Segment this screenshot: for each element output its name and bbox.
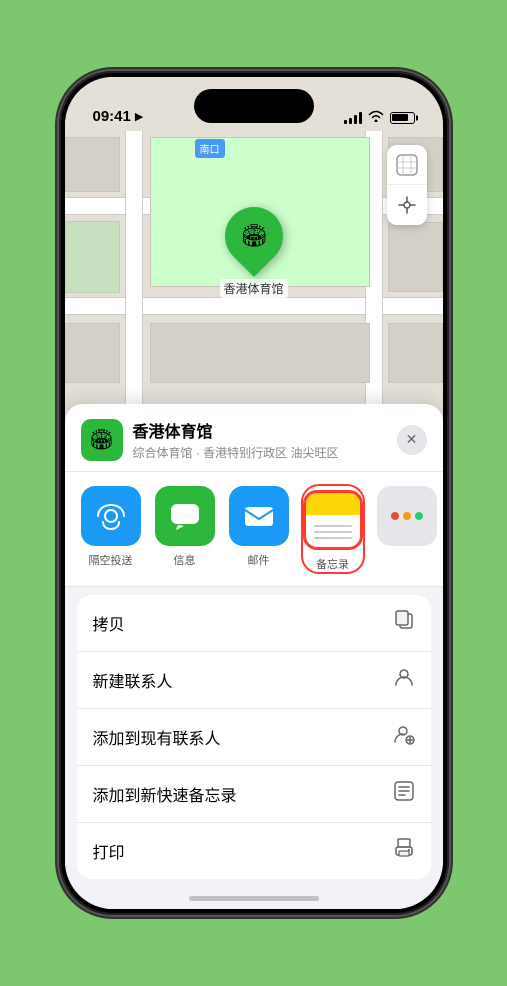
- action-list: 拷贝 新建联系人: [77, 595, 431, 879]
- action-quick-note[interactable]: 添加到新快速备忘录: [77, 766, 431, 823]
- new-contact-icon: [393, 666, 415, 694]
- share-more[interactable]: [377, 486, 437, 572]
- action-add-contact[interactable]: 添加到现有联系人: [77, 709, 431, 766]
- copy-icon: [393, 609, 415, 637]
- map-type-button[interactable]: [387, 145, 427, 185]
- wifi-icon: [368, 110, 384, 125]
- share-messages[interactable]: 信息: [155, 486, 215, 572]
- action-print[interactable]: 打印: [77, 823, 431, 879]
- location-arrow-icon: ▶: [135, 110, 143, 123]
- action-quick-note-label: 添加到新快速备忘录: [93, 782, 237, 806]
- location-description: 综合体育馆 · 香港特别行政区 油尖旺区: [133, 444, 397, 461]
- action-add-contact-label: 添加到现有联系人: [93, 725, 221, 749]
- airdrop-icon: [81, 486, 141, 546]
- location-venue-icon: 🏟: [81, 419, 123, 461]
- quick-note-icon: [393, 780, 415, 808]
- phone-screen: 09:41 ▶: [65, 77, 443, 909]
- share-airdrop[interactable]: 隔空投送: [81, 486, 141, 572]
- close-button[interactable]: ✕: [397, 425, 427, 455]
- signal-bars: [344, 112, 362, 124]
- action-new-contact[interactable]: 新建联系人: [77, 652, 431, 709]
- add-contact-icon: [393, 723, 415, 751]
- status-icons: [344, 110, 415, 125]
- messages-label: 信息: [174, 552, 196, 568]
- location-pin: 🏟 香港体育馆: [219, 207, 287, 298]
- dynamic-island: [194, 89, 314, 123]
- mail-label: 邮件: [248, 552, 270, 568]
- home-indicator: [189, 896, 319, 901]
- share-row: 隔空投送 信息: [65, 472, 443, 587]
- pin-label: 香港体育馆: [219, 279, 287, 298]
- action-new-contact-label: 新建联系人: [93, 668, 173, 692]
- location-name: 香港体育馆: [133, 418, 397, 442]
- location-button[interactable]: [387, 185, 427, 225]
- share-mail[interactable]: 邮件: [229, 486, 289, 572]
- mail-icon: [229, 486, 289, 546]
- battery-icon: [390, 112, 415, 124]
- notes-label: 备忘录: [316, 556, 349, 572]
- action-print-label: 打印: [93, 839, 125, 863]
- status-time: 09:41: [93, 108, 131, 125]
- phone-frame: 09:41 ▶: [59, 71, 449, 915]
- notes-icon: [303, 490, 363, 550]
- share-notes[interactable]: 备忘录: [303, 486, 363, 572]
- airdrop-label: 隔空投送: [89, 552, 133, 568]
- print-icon: [393, 837, 415, 865]
- messages-icon: [155, 486, 215, 546]
- bottom-sheet: 🏟 香港体育馆 综合体育馆 · 香港特别行政区 油尖旺区 ✕: [65, 404, 443, 909]
- map-label: 南口: [195, 139, 225, 158]
- action-copy-label: 拷贝: [93, 611, 125, 635]
- location-header: 🏟 香港体育馆 综合体育馆 · 香港特别行政区 油尖旺区 ✕: [65, 404, 443, 472]
- map-controls: [387, 145, 427, 225]
- action-copy[interactable]: 拷贝: [77, 595, 431, 652]
- more-icon: [377, 486, 437, 546]
